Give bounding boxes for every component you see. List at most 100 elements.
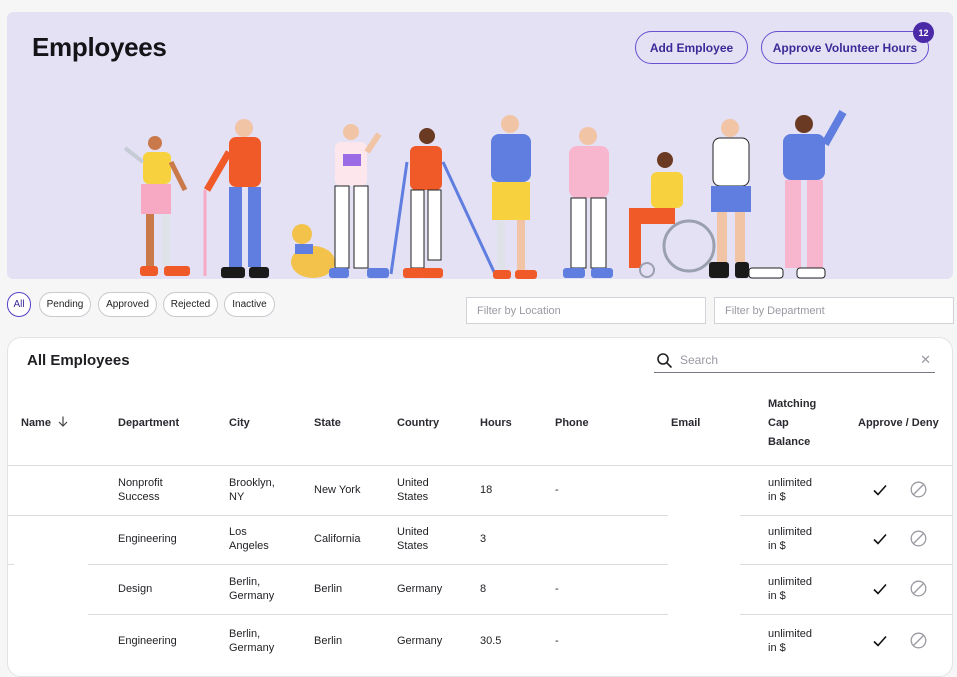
cell-state: New York <box>314 484 361 496</box>
cell-city: Los Angeles <box>229 525 269 553</box>
row-divider <box>740 515 952 516</box>
cell-line: Engineering <box>118 533 177 545</box>
cell-balance: unlimited in $ <box>768 525 812 553</box>
column-label: Matching <box>768 398 817 410</box>
cell-line: United <box>397 477 429 489</box>
column-header-approve-deny: Approve / Deny <box>858 417 939 429</box>
sort-down-arrow-icon[interactable] <box>58 416 68 427</box>
cell-line: Germany <box>229 590 275 602</box>
deny-slash-icon[interactable] <box>910 481 927 498</box>
header-divider <box>8 465 952 466</box>
checkmark-icon[interactable] <box>872 633 888 649</box>
cell-line: in $ <box>768 540 786 552</box>
cell-state: Berlin <box>314 583 343 595</box>
person-figure <box>123 136 190 276</box>
column-header-state: State <box>314 417 341 429</box>
cell-line: unlimited <box>768 477 813 489</box>
cell-line: Brooklyn, <box>229 477 275 489</box>
checkmark-icon[interactable] <box>872 581 888 597</box>
cell-city: Berlin, Germany <box>229 575 274 603</box>
clear-x-icon[interactable]: ✕ <box>920 352 931 368</box>
search-field[interactable]: Search ✕ <box>654 349 935 373</box>
row-divider <box>740 564 952 565</box>
person-figure <box>629 152 716 278</box>
deny-slash-icon[interactable] <box>910 580 927 597</box>
search-input[interactable]: Search <box>680 353 718 367</box>
column-header-name[interactable]: Name <box>21 414 68 433</box>
cell-line: Germany <box>229 642 275 654</box>
cell-city: Berlin, Germany <box>229 627 274 655</box>
cell-country: United States <box>397 476 429 504</box>
row-divider <box>88 564 668 565</box>
guide-dog-figure <box>291 224 335 278</box>
cell-department: Engineering <box>118 532 177 546</box>
cell-line: unlimited <box>768 526 813 538</box>
column-header-email: Email <box>671 417 701 429</box>
checkmark-icon[interactable] <box>872 531 888 547</box>
page-title: Employees <box>32 32 167 62</box>
person-figure <box>203 119 269 278</box>
cell-balance: unlimited in $ <box>768 476 812 504</box>
filter-tab-rejected[interactable]: Rejected <box>163 292 218 317</box>
cell-line: Germany <box>397 635 443 647</box>
cell-city: Brooklyn, NY <box>229 476 275 504</box>
column-header-department: Department <box>118 417 180 429</box>
hero-banner: Employees Add Employee Approve Volunteer… <box>7 12 953 279</box>
checkmark-icon[interactable] <box>872 482 888 498</box>
cell-hours: 8 <box>480 583 487 595</box>
cell-line: Success <box>118 491 160 503</box>
column-header-matching-cap-balance: Matching Cap Balance <box>768 395 816 452</box>
location-filter-input[interactable]: Filter by Location <box>466 297 706 324</box>
cell-hours: 3 <box>480 533 487 545</box>
column-label: Name <box>21 417 51 429</box>
person-figure <box>748 110 847 279</box>
cell-hours: 18 <box>480 484 493 496</box>
row-divider <box>8 515 88 516</box>
filter-tab-pending[interactable]: Pending <box>39 292 91 317</box>
person-figure <box>329 124 389 278</box>
cell-line: in $ <box>768 491 786 503</box>
column-header-phone: Phone <box>555 417 589 429</box>
cell-department: Design <box>118 582 152 596</box>
table-title: All Employees <box>27 352 130 369</box>
employees-table-card: All Employees Search ✕ Name Department C… <box>7 337 953 677</box>
cell-line: Design <box>118 583 153 595</box>
column-header-city: City <box>229 417 250 429</box>
cell-hours: 30.5 <box>480 635 502 647</box>
cell-state: California <box>314 533 361 545</box>
cell-line: Nonprofit <box>118 477 163 489</box>
cell-country: Germany <box>397 634 442 648</box>
cell-line: Angeles <box>229 540 269 552</box>
cell-line: Germany <box>397 583 443 595</box>
cell-line: unlimited <box>768 576 813 588</box>
cell-country: United States <box>397 525 429 553</box>
deny-slash-icon[interactable] <box>910 530 927 547</box>
approve-volunteer-hours-button[interactable]: Approve Volunteer Hours <box>761 31 929 64</box>
department-filter-input[interactable]: Filter by Department <box>714 297 954 324</box>
person-figure <box>709 119 751 278</box>
column-header-hours: Hours <box>480 417 512 429</box>
cell-phone: - <box>555 635 559 647</box>
cell-state: Berlin <box>314 635 343 647</box>
cell-line: United <box>397 526 429 538</box>
pending-hours-count-badge: 12 <box>913 22 934 43</box>
row-divider <box>88 515 668 516</box>
row-divider <box>88 614 668 615</box>
column-label: Cap <box>768 417 789 429</box>
person-figure <box>563 127 613 278</box>
cell-line: Berlin, <box>229 628 261 640</box>
cell-phone: - <box>555 583 559 595</box>
cell-phone: - <box>555 484 559 496</box>
filter-tab-inactive[interactable]: Inactive <box>224 292 275 317</box>
filter-tab-approved[interactable]: Approved <box>98 292 157 317</box>
cell-line: Engineering <box>118 635 177 647</box>
cell-line: in $ <box>768 590 786 602</box>
add-employee-button[interactable]: Add Employee <box>635 31 748 64</box>
cell-balance: unlimited in $ <box>768 575 812 603</box>
row-divider <box>740 614 952 615</box>
person-figure <box>491 115 537 279</box>
column-label: Balance <box>768 436 811 448</box>
filter-tab-all[interactable]: All <box>7 292 31 317</box>
deny-slash-icon[interactable] <box>910 632 927 649</box>
cell-department: Nonprofit Success <box>118 476 163 504</box>
